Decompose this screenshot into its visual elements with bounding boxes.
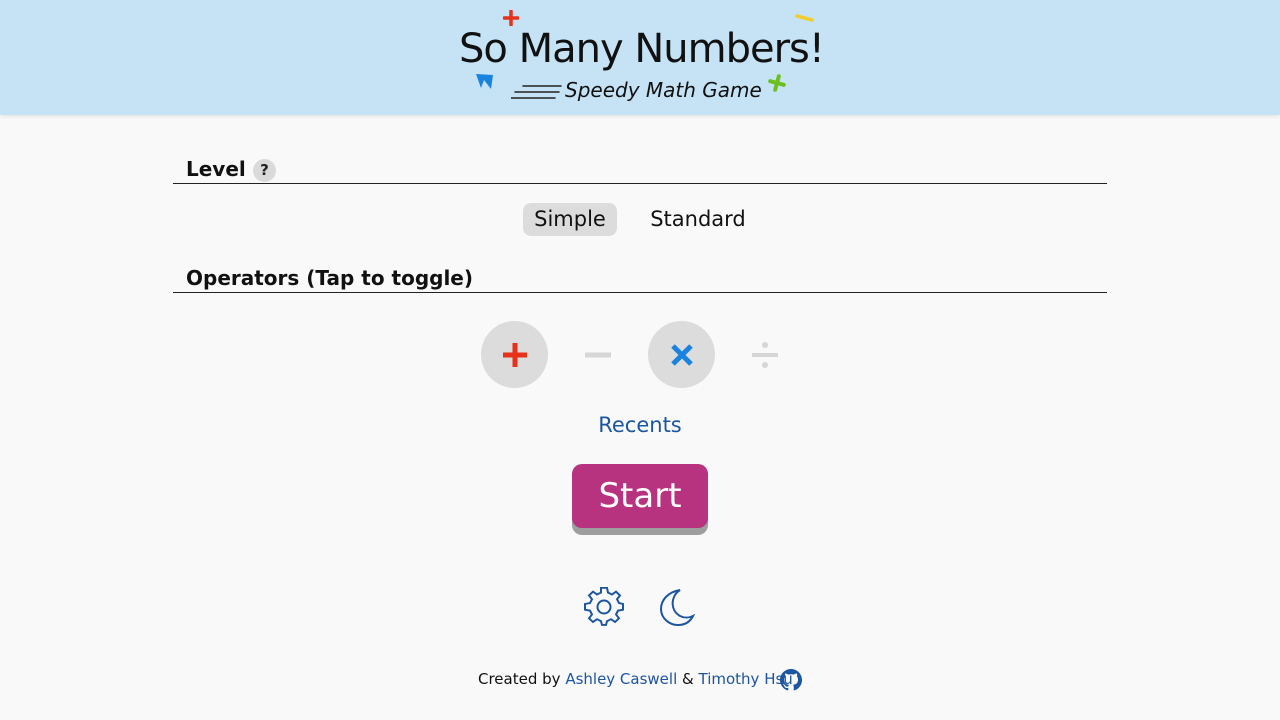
speed-lines-icon [511,85,562,99]
times-icon [670,343,693,366]
footer-separator: & [682,670,694,688]
level-standard-button[interactable]: Standard [640,203,756,236]
app-title: So Many Numbers! [459,26,825,72]
author-link-timothy[interactable]: Timothy Hsu [699,670,793,688]
level-heading: Level [186,157,246,181]
minus-icon [584,352,611,357]
level-simple-button[interactable]: Simple [523,203,617,236]
app-header: So Many Numbers! Speedy Math Game [0,0,1280,115]
operator-times-toggle[interactable] [648,321,715,388]
plus-confetti-icon [503,10,519,26]
plus-confetti-green-icon [768,74,786,92]
footer-credits: Created by Ashley Caswell & Timothy Hsu [478,670,793,688]
level-divider [173,183,1107,184]
operator-minus-toggle[interactable] [564,321,631,388]
minus-confetti-icon [795,14,814,22]
level-help-button[interactable]: ? [253,159,276,182]
operator-plus-toggle[interactable] [481,321,548,388]
github-icon[interactable] [780,669,802,691]
times-confetti-icon [476,74,493,89]
operator-divide-toggle[interactable] [731,321,798,388]
app-subtitle: Speedy Math Game [565,78,762,102]
plus-icon [502,342,527,367]
operators-heading: Operators (Tap to toggle) [186,266,474,290]
gear-icon[interactable] [584,587,624,627]
recents-link[interactable]: Recents [560,413,720,437]
moon-icon[interactable] [656,587,696,627]
divide-icon [751,341,778,368]
footer-prefix: Created by [478,670,561,688]
operators-divider [173,292,1107,293]
author-link-ashley[interactable]: Ashley Caswell [565,670,677,688]
start-button[interactable]: Start [572,464,708,528]
logo[interactable]: So Many Numbers! Speedy Math Game [455,8,825,108]
